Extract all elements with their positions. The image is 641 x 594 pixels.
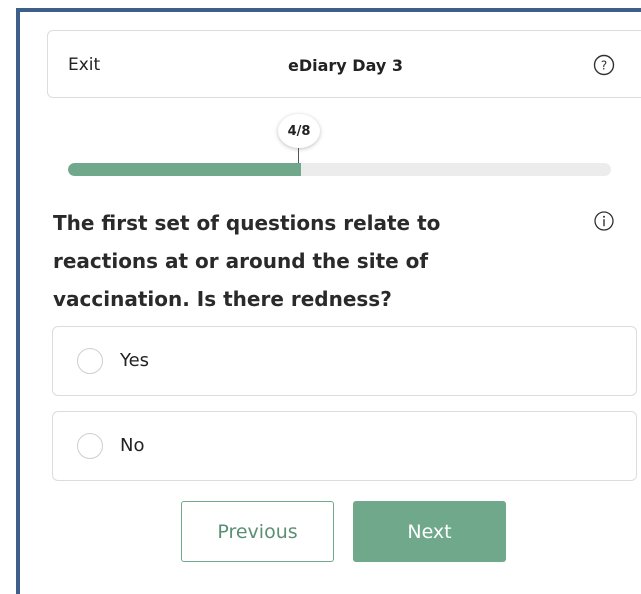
- progress-bar: [68, 163, 611, 176]
- previous-button[interactable]: Previous: [181, 501, 334, 562]
- window-frame-left: [16, 8, 20, 594]
- radio-button-no[interactable]: [77, 433, 103, 459]
- option-label-no: No: [120, 435, 145, 456]
- question-circle-icon[interactable]: ?: [593, 54, 615, 76]
- progress-counter: 4/8: [278, 114, 320, 148]
- window-frame-top: [16, 8, 641, 12]
- header-bar: Exit eDiary Day 3 ?: [47, 30, 641, 98]
- exit-button[interactable]: Exit: [68, 55, 100, 75]
- next-button[interactable]: Next: [353, 501, 506, 562]
- radio-button-yes[interactable]: [77, 348, 103, 374]
- option-label-yes: Yes: [120, 350, 150, 371]
- page-title: eDiary Day 3: [288, 56, 404, 75]
- option-no[interactable]: No: [52, 411, 637, 481]
- progress-fill: [68, 163, 302, 176]
- svg-text:?: ?: [601, 59, 607, 73]
- info-circle-icon[interactable]: [593, 210, 615, 232]
- option-yes[interactable]: Yes: [52, 326, 637, 396]
- question-text: The first set of questions relate to rea…: [53, 211, 441, 311]
